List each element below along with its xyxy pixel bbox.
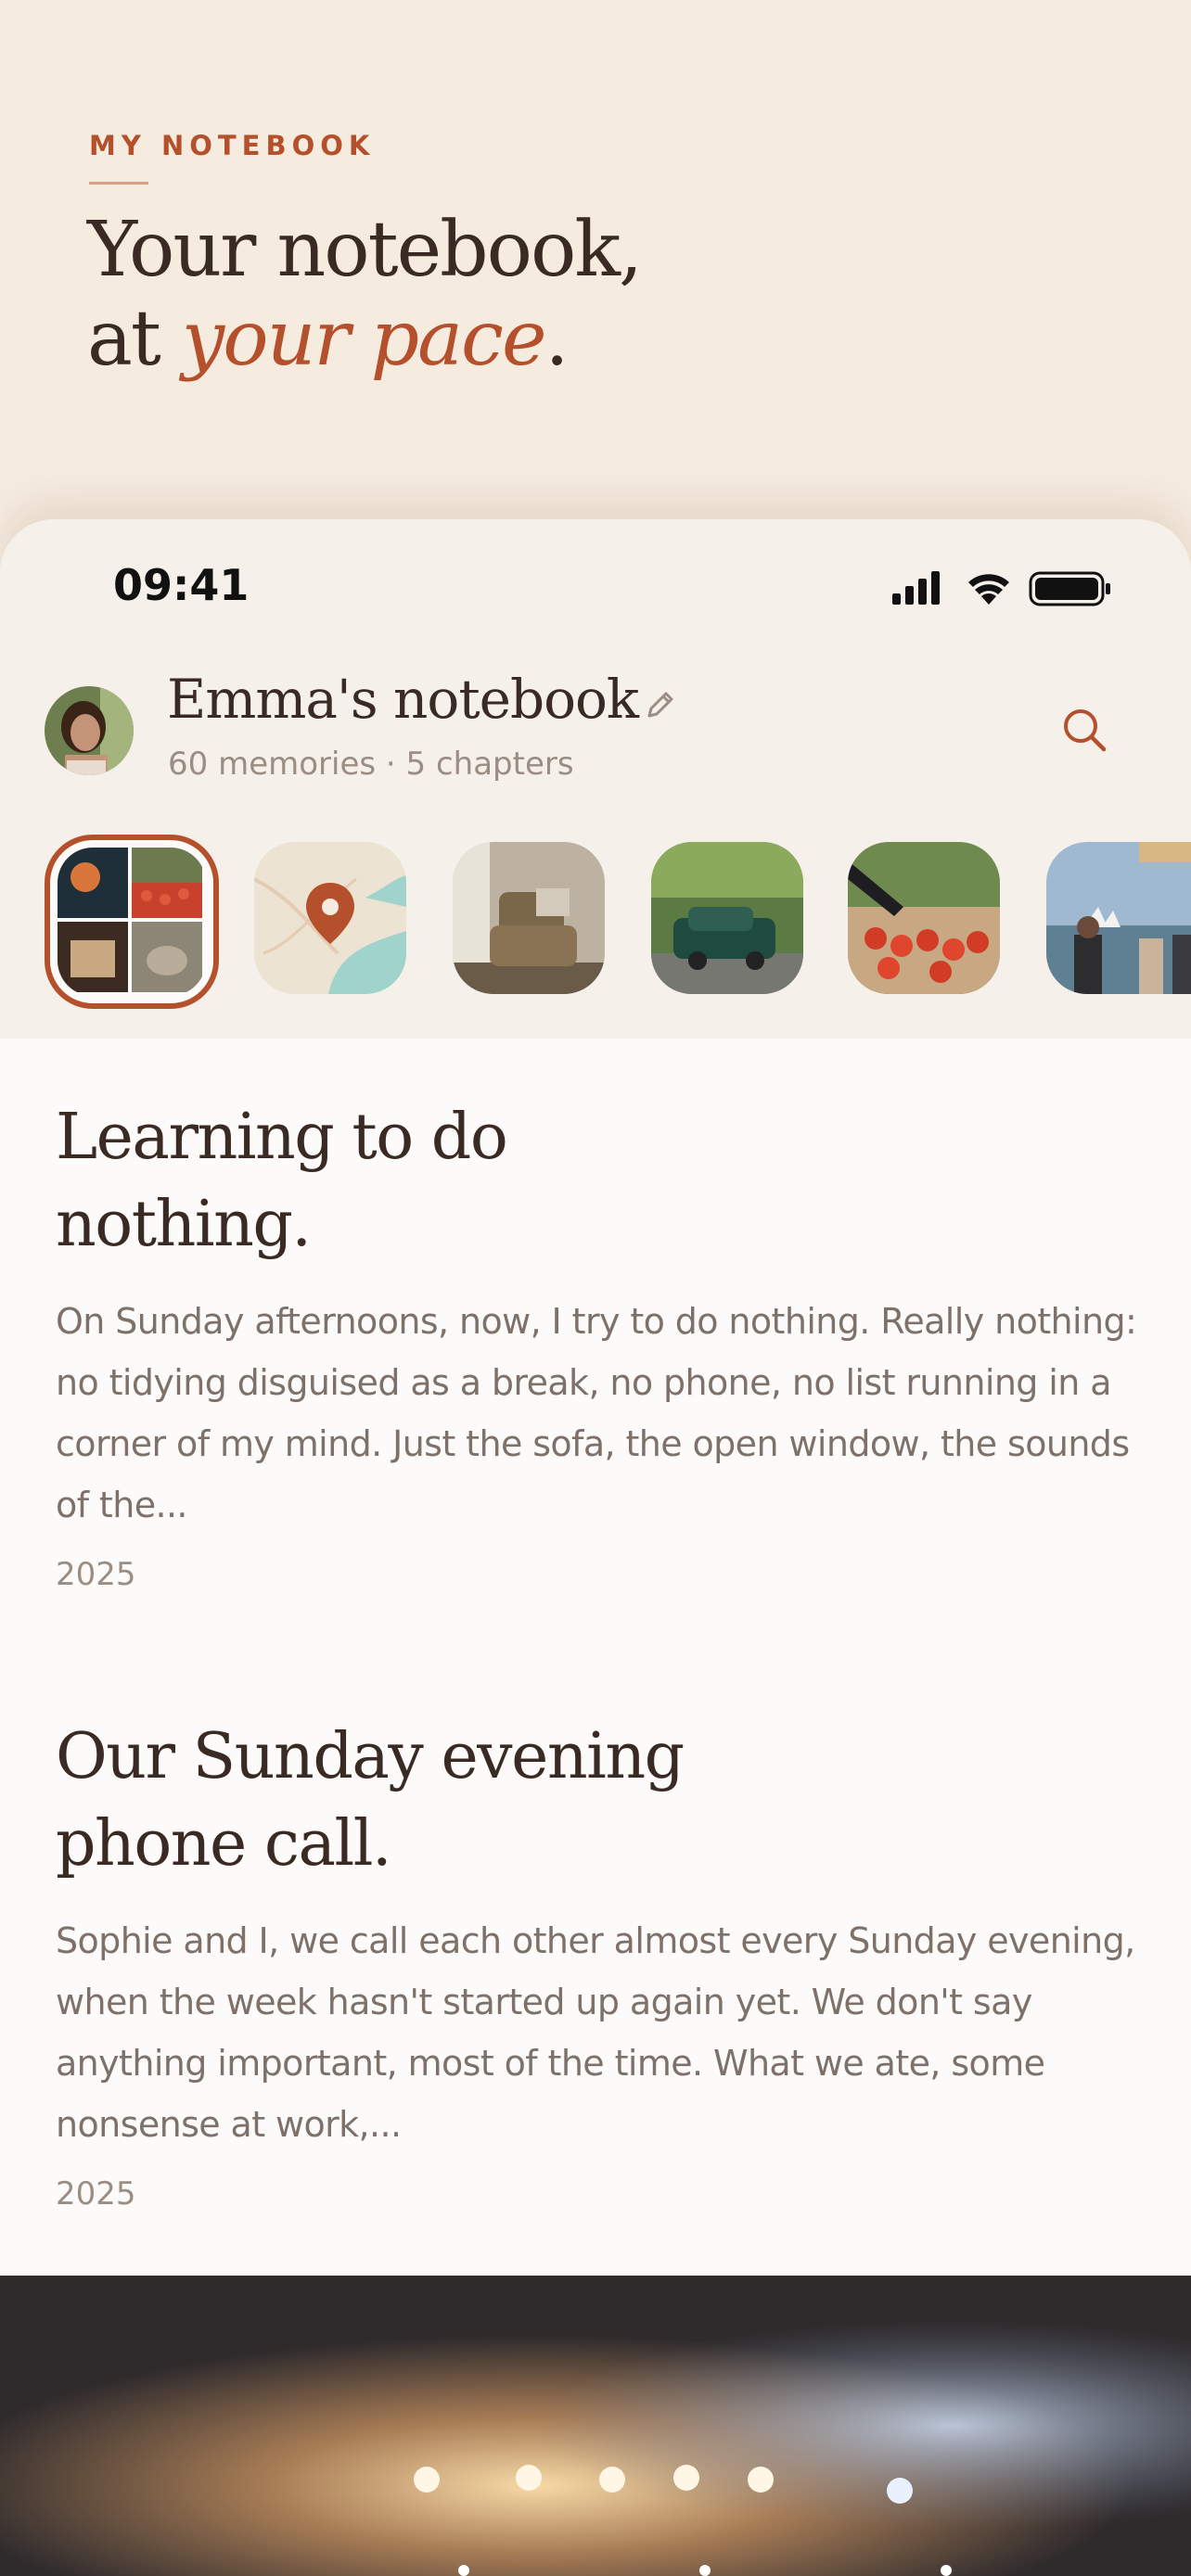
eyebrow-label: MY NOTEBOOK xyxy=(89,130,376,161)
memory-title: Our Sunday evening phone call. xyxy=(56,1714,1141,1888)
chapter-chip-harbour[interactable] xyxy=(1046,842,1191,994)
notebook-header-area: 09:41 Emma's notebook 60 memories · 5 ch… xyxy=(0,519,1191,1039)
hero-title-accent: your pace xyxy=(181,295,547,383)
hero-title-at: at xyxy=(87,295,182,383)
concert-photo[interactable] xyxy=(0,2276,1191,2576)
chapter-chip-tomatoes[interactable] xyxy=(848,842,1000,994)
memory-excerpt: Sophie and I, we call each other almost … xyxy=(56,1920,1135,2145)
status-icons xyxy=(892,571,1110,606)
chapter-chip-armchair[interactable] xyxy=(453,842,605,994)
chapter-chip-collage[interactable] xyxy=(45,835,219,1009)
notebook-meta: 60 memories · 5 chapters xyxy=(168,746,574,783)
memory-card[interactable]: Learning to do nothing. On Sunday aftern… xyxy=(56,1094,1141,1593)
hero-title-line2: at your pace. xyxy=(87,295,641,384)
hero-title-line1: Your notebook, xyxy=(87,206,643,294)
collage-thumbnail xyxy=(58,848,206,996)
status-time: 09:41 xyxy=(113,560,250,610)
search-icon[interactable] xyxy=(1057,703,1111,757)
wifi-icon xyxy=(968,574,1009,605)
memory-title-line1: Our Sunday evening xyxy=(56,1720,685,1793)
avatar[interactable] xyxy=(45,686,134,775)
battery-icon xyxy=(1029,571,1110,606)
chapter-chip-green-car[interactable] xyxy=(651,842,803,994)
memory-title-line1: Learning to do xyxy=(56,1101,508,1174)
hero-section: MY NOTEBOOK Your notebook, at your pace. xyxy=(0,0,1191,556)
memory-title-line2: phone call. xyxy=(56,1807,392,1881)
eyebrow-rule xyxy=(89,182,148,185)
memory-card[interactable]: Our Sunday evening phone call. Sophie an… xyxy=(56,1714,1141,2213)
memory-title-line2: nothing. xyxy=(56,1188,312,1261)
memory-title: Learning to do nothing. xyxy=(56,1094,1141,1269)
phone-screen: 09:41 Emma's notebook 60 memories · 5 ch… xyxy=(0,519,1191,2576)
chapter-carousel[interactable] xyxy=(0,835,1191,1009)
memory-excerpt: On Sunday afternoons, now, I try to do n… xyxy=(56,1301,1137,1525)
map-pin-icon xyxy=(254,842,406,994)
signal-icon xyxy=(892,571,940,605)
hero-title-period: . xyxy=(544,295,570,383)
memory-year: 2025 xyxy=(56,1556,136,1593)
edit-pencil-icon[interactable] xyxy=(640,684,681,725)
hero-title: Your notebook, at your pace. xyxy=(87,206,643,384)
notebook-title: Emma's notebook xyxy=(167,668,639,731)
memory-year: 2025 xyxy=(56,2175,136,2213)
chapter-chip-map[interactable] xyxy=(254,842,406,994)
